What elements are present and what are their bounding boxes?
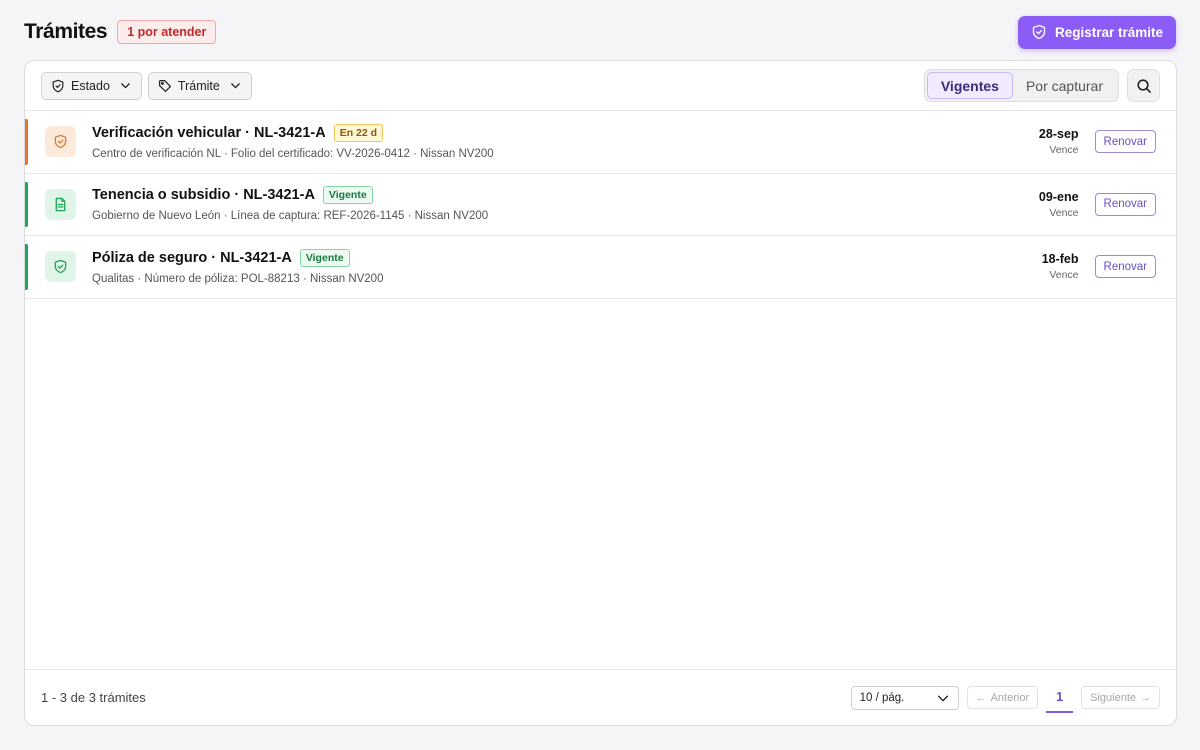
- search-button[interactable]: [1127, 69, 1160, 102]
- row-due: 09-ene Vence: [1039, 190, 1079, 219]
- row-title: Tenencia o subsidio · NL-3421-A: [92, 187, 315, 204]
- tramite-row[interactable]: Póliza de seguro · NL-3421-A Vigente Qua…: [25, 236, 1176, 299]
- row-title: Verificación vehicular · NL-3421-A: [92, 124, 326, 141]
- row-main: Tenencia o subsidio · NL-3421-A Vigente …: [92, 186, 1039, 222]
- due-label: Vence: [1049, 269, 1079, 282]
- current-page[interactable]: 1: [1046, 683, 1074, 713]
- next-label: Siguiente: [1090, 691, 1136, 704]
- chevron-down-icon: [121, 83, 130, 89]
- due-label: Vence: [1049, 206, 1079, 219]
- row-icon-box: [45, 251, 76, 283]
- row-accent: [25, 244, 28, 290]
- status-badge: Vigente: [322, 186, 373, 205]
- range-text: 1 - 3 de 3 trámites: [41, 690, 146, 705]
- page-header: Trámites 1 por atender Registrar trámite: [24, 14, 1176, 50]
- row-subtitle: Gobierno de Nuevo León · Línea de captur…: [92, 210, 489, 223]
- tramite-filter[interactable]: Trámite: [147, 71, 252, 100]
- chevron-down-icon: [937, 695, 948, 701]
- register-tramite-button[interactable]: Registrar trámite: [1017, 15, 1176, 49]
- pending-badge: 1 por atender: [117, 20, 217, 44]
- row-title: Póliza de seguro · NL-3421-A: [92, 249, 292, 266]
- chevron-down-icon: [231, 83, 240, 89]
- tramites-card: Estado Trámite Vigentes Por capturar Ver…: [24, 60, 1177, 726]
- tramite-filter-label: Trámite: [177, 78, 220, 93]
- page-size-value: 10 / pág.: [859, 691, 905, 704]
- tab-vigentes[interactable]: Vigentes: [926, 72, 1013, 99]
- prev-page-button[interactable]: ← Anterior: [966, 686, 1039, 709]
- due-label: Vence: [1049, 144, 1079, 157]
- pagination-footer: 1 - 3 de 3 trámites 10 / pág. ← Anterior…: [25, 669, 1176, 725]
- row-subtitle: Qualitas · Número de póliza: POL-88213 ·…: [92, 272, 384, 285]
- row-icon-box: [45, 188, 76, 220]
- shield-icon: [52, 79, 64, 92]
- shield-icon: [54, 260, 67, 274]
- renew-button[interactable]: Renovar: [1094, 130, 1156, 154]
- row-main: Verificación vehicular · NL-3421-A En 22…: [92, 123, 1039, 160]
- status-badge: Vigente: [299, 248, 350, 267]
- row-due: 28-sep Vence: [1039, 127, 1079, 156]
- toolbar: Estado Trámite Vigentes Por capturar: [25, 61, 1176, 111]
- tag-icon: [158, 79, 171, 92]
- arrow-right-icon: →: [1140, 691, 1151, 704]
- renew-button[interactable]: Renovar: [1094, 255, 1156, 279]
- search-icon: [1136, 78, 1151, 93]
- renew-button[interactable]: Renovar: [1094, 192, 1156, 216]
- due-date: 09-ene: [1038, 189, 1079, 204]
- tramite-row[interactable]: Tenencia o subsidio · NL-3421-A Vigente …: [25, 174, 1176, 236]
- row-accent: [25, 119, 28, 165]
- row-icon-box: [45, 126, 76, 158]
- register-button-label: Registrar trámite: [1054, 24, 1163, 40]
- prev-label: Anterior: [990, 691, 1030, 704]
- due-date: 18-feb: [1041, 252, 1079, 267]
- tab-por-capturar[interactable]: Por capturar: [1013, 72, 1116, 99]
- row-subtitle: Centro de verificación NL · Folio del ce…: [92, 147, 494, 160]
- page-title: Trámites: [24, 20, 108, 43]
- arrow-left-icon: ←: [975, 691, 987, 704]
- view-tabs: Vigentes Por capturar: [923, 69, 1119, 102]
- tramite-row[interactable]: Verificación vehicular · NL-3421-A En 22…: [25, 111, 1176, 174]
- next-page-button[interactable]: Siguiente →: [1081, 686, 1160, 709]
- status-badge: En 22 d: [333, 123, 384, 142]
- due-date: 28-sep: [1038, 127, 1079, 142]
- shield-check-icon: [1032, 24, 1046, 40]
- document-icon: [55, 197, 66, 211]
- estado-filter[interactable]: Estado: [41, 71, 142, 100]
- estado-filter-label: Estado: [71, 78, 110, 93]
- shield-icon: [54, 135, 67, 149]
- row-due: 18-feb Vence: [1042, 252, 1079, 281]
- row-main: Póliza de seguro · NL-3421-A Vigente Qua…: [92, 248, 1042, 285]
- row-accent: [25, 181, 28, 227]
- page-size-select[interactable]: 10 / pág.: [850, 685, 959, 710]
